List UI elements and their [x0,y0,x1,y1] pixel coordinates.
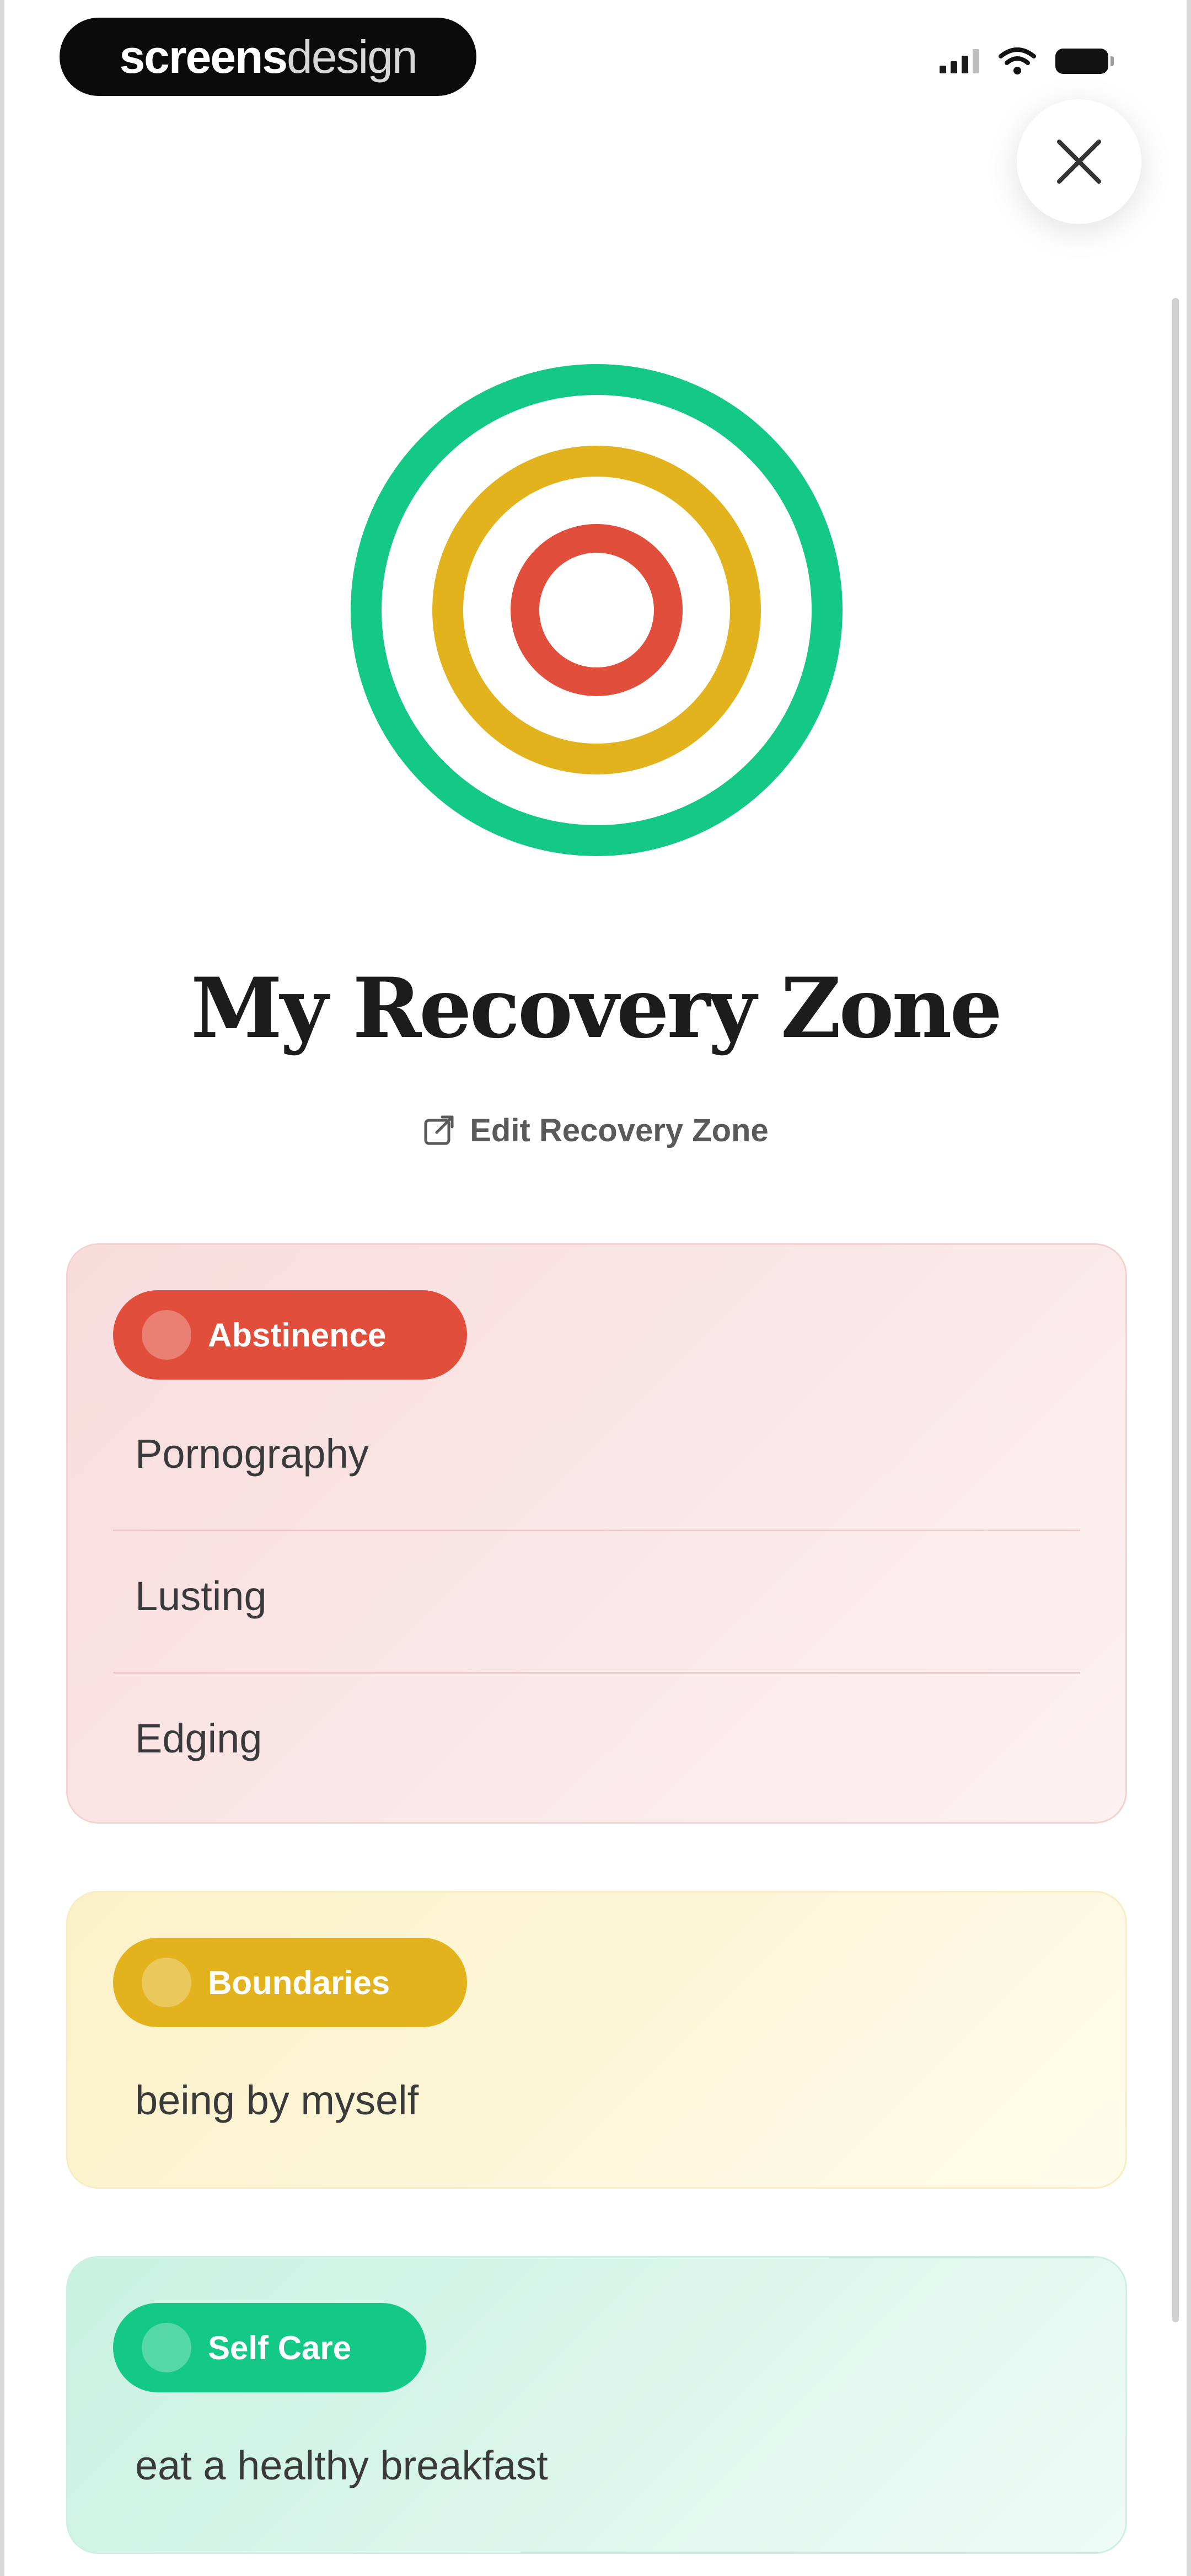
recovery-zone-screen: screens design My Recovery Zone Edit Rec… [0,0,1191,2576]
self-care-badge-label: Self Care [208,2329,352,2366]
brand-text-bold: screens [119,30,288,83]
cellular-signal-icon [940,49,979,73]
edit-recovery-zone-link[interactable]: Edit Recovery Zone [0,1112,1191,1149]
abstinence-card: Abstinence Pornography Lusting Edging [66,1243,1127,1824]
recovery-zone-rings-icon [351,364,843,856]
abstinence-badge-label: Abstinence [208,1316,387,1354]
device-frame-right [1187,0,1191,2576]
abstinence-badge-icon [142,1310,191,1360]
self-care-badge-icon [142,2323,191,2372]
status-bar [940,47,1114,75]
list-divider [113,1672,1080,1674]
list-item[interactable]: Edging [135,1715,1081,1762]
brand-text-light: design [287,30,418,83]
abstinence-badge: Abstinence [113,1290,467,1380]
list-item[interactable]: Lusting [135,1573,1081,1620]
boundaries-badge: Boundaries [113,1938,467,2027]
edit-recovery-zone-label: Edit Recovery Zone [470,1113,769,1148]
page-title: My Recovery Zone [191,960,1002,1057]
device-frame-left [0,0,4,2576]
wifi-icon [999,47,1036,74]
edit-external-icon [424,1115,454,1145]
scrollbar[interactable] [1172,298,1179,2322]
boundaries-badge-label: Boundaries [208,1964,390,2001]
list-item[interactable]: eat a healthy breakfast [135,2442,1081,2489]
close-icon [1057,140,1101,184]
close-button[interactable] [1017,99,1141,224]
list-divider [113,1530,1080,1531]
brand-badge: screens design [60,18,476,96]
boundaries-card: Boundaries being by myself [66,1891,1127,2189]
boundaries-badge-icon [142,1958,191,2007]
self-care-badge: Self Care [113,2303,426,2392]
self-care-card: Self Care eat a healthy breakfast [66,2256,1127,2554]
battery-icon [1055,49,1114,74]
list-item[interactable]: Pornography [135,1430,1081,1477]
list-item[interactable]: being by myself [135,2077,1081,2124]
